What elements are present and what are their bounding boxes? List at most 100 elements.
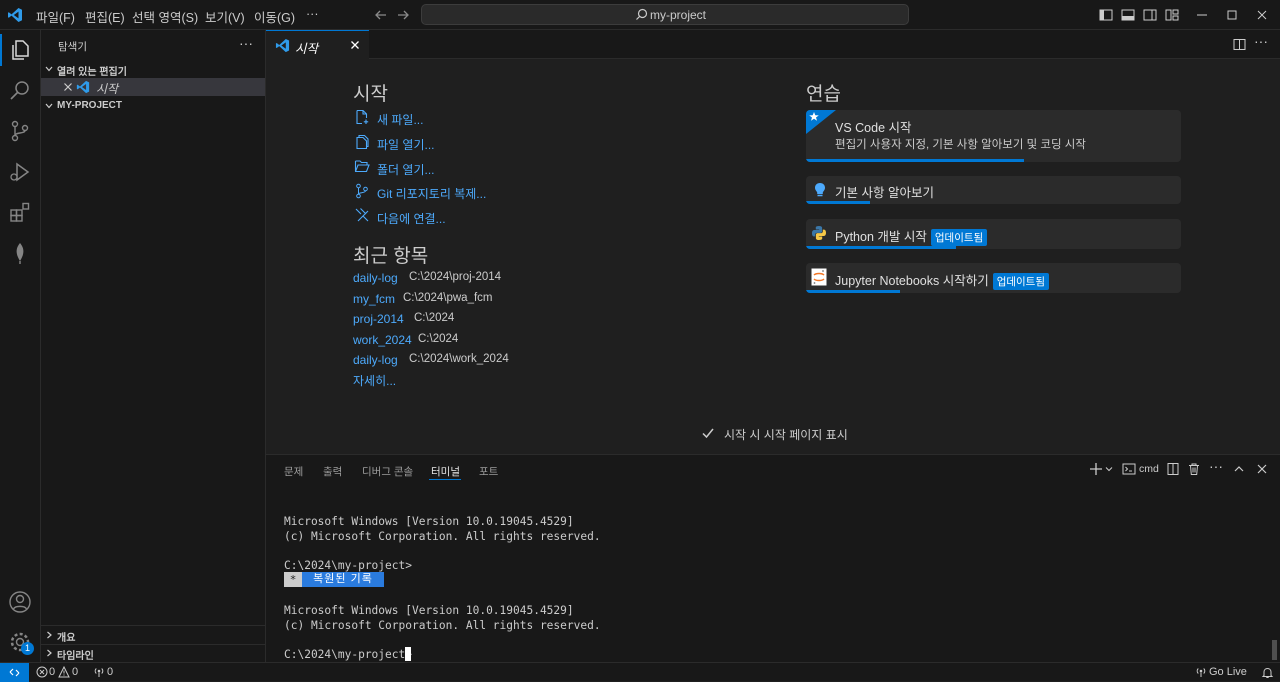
error-icon [36,666,48,678]
git-clone-icon [356,183,368,199]
warning-count: 0 [72,666,79,678]
run-debug-icon[interactable] [8,160,32,184]
accounts-icon[interactable] [8,590,32,614]
welcome-page: 시작 새 파일... 파일 열기... 폴더 열기... Git 리포지토리 복… [266,59,1280,454]
toggle-secondary-sidebar-icon[interactable] [1143,8,1157,22]
remote-indicator[interactable] [0,663,29,682]
walkthrough-progress [806,290,900,293]
split-terminal-icon[interactable] [1166,462,1180,476]
remote-icon [9,668,20,677]
updated-badge: 업데이트됨 [992,273,1050,290]
chevron-right-icon[interactable] [44,648,54,658]
back-arrow-icon[interactable] [374,8,388,22]
recent-item-link[interactable]: daily-log [353,353,398,367]
forward-arrow-icon[interactable] [396,8,410,22]
walkthroughs-heading: 연습 [806,84,841,105]
maximize-icon[interactable] [1226,9,1238,21]
customize-layout-icon[interactable] [1165,8,1179,22]
walkthrough-jupyter-card[interactable]: Jupyter Notebooks 시작하기 업데이트됨 [806,263,1181,293]
tab-label: 시작 [295,42,319,56]
panel-more-icon[interactable]: ··· [1209,458,1223,474]
terminal-line: (c) Microsoft Corporation. All rights re… [284,619,601,632]
open-folder-link[interactable]: 폴더 열기... [377,161,435,178]
notifications-bell-icon[interactable] [1261,666,1274,679]
checkbox-check-icon[interactable] [701,426,715,440]
menu-go[interactable]: 이동(G) [254,7,295,26]
menu-edit[interactable]: 편집(E) [85,7,125,26]
source-control-icon[interactable] [8,119,32,143]
maximize-panel-icon[interactable] [1233,463,1245,475]
terminal-cursor [405,647,411,661]
close-panel-icon[interactable] [1256,463,1268,475]
terminal-shell-label[interactable]: cmd [1139,463,1159,475]
walkthrough-python-card[interactable]: Python 개발 시작 업데이트됨 [806,219,1181,249]
chevron-down-icon[interactable] [1105,465,1113,473]
close-editor-icon[interactable] [63,82,73,92]
chevron-down-icon[interactable] [44,64,54,74]
tab-start[interactable]: 시작 [266,30,369,59]
go-live-button[interactable]: Go Live [1195,666,1255,680]
open-editors-header[interactable]: 열려 있는 편집기 [57,63,127,78]
search-view-icon[interactable] [8,78,32,102]
start-heading: 시작 [353,84,388,105]
sidebar-more-icon[interactable]: ··· [239,35,253,51]
toggle-sidebar-icon[interactable] [1099,8,1113,22]
menu-file[interactable]: 파일(F) [36,7,75,26]
recent-item-link[interactable]: daily-log [353,271,398,285]
toggle-panel-icon[interactable] [1121,8,1135,22]
extensions-icon[interactable] [8,200,32,224]
search-icon [636,8,648,20]
walkthrough-progress [806,201,870,204]
recent-item-link[interactable]: proj-2014 [353,312,404,326]
editor-more-icon[interactable]: ··· [1254,33,1268,49]
menu-view[interactable]: 보기(V) [205,7,245,26]
ports-status[interactable]: 0 [93,666,117,680]
clone-repo-link[interactable]: Git 리포지토리 복제... [377,185,486,202]
remote-connect-icon [355,208,369,222]
trash-icon[interactable] [1187,462,1201,476]
show-on-startup-label[interactable]: 시작 시 시작 페이지 표시 [724,426,848,443]
new-terminal-icon[interactable] [1089,462,1103,476]
recent-heading: 최근 항목 [353,246,429,267]
terminal-scrollbar[interactable] [1272,640,1277,660]
close-window-icon[interactable] [1256,9,1268,21]
problems-status[interactable]: 0 0 [36,666,86,680]
tab-ports[interactable]: 포트 [479,464,498,479]
command-center[interactable]: my-project [421,4,909,25]
minimize-icon[interactable] [1196,9,1208,21]
chevron-right-icon[interactable] [44,630,54,640]
close-tab-icon[interactable] [350,40,360,50]
split-editor-icon[interactable] [1233,38,1246,51]
timeline-header[interactable]: 타임라인 [57,647,94,662]
new-file-link[interactable]: 새 파일... [377,111,423,128]
connect-to-link[interactable]: 다음에 연결... [377,210,446,227]
walkthrough-title: VS Code 시작 [835,121,912,135]
terminal-line: (c) Microsoft Corporation. All rights re… [284,530,601,543]
open-file-link[interactable]: 파일 열기... [377,136,435,153]
walkthrough-title: Jupyter Notebooks 시작하기 [835,274,989,288]
walkthrough-title: 기본 사항 알아보기 [835,186,934,200]
walkthrough-fundamentals-card[interactable]: 기본 사항 알아보기 [806,176,1181,204]
leaf-icon[interactable] [8,241,32,265]
terminal-prompt[interactable]: C:\2024\my-project> [284,648,412,661]
open-editor-item[interactable]: 시작 [41,78,265,96]
tab-output[interactable]: 출력 [323,464,342,479]
open-folder-icon [354,160,370,173]
recent-item-link[interactable]: work_2024 [353,333,412,347]
tab-problems[interactable]: 문제 [284,464,303,479]
explorer-icon[interactable] [8,38,32,62]
menu-selection[interactable]: 선택 영역(S) [132,7,198,26]
outline-header[interactable]: 개요 [57,629,75,644]
recent-item-path: C:\2024\pwa_fcm [403,292,493,304]
tab-debug-console[interactable]: 디버그 콘솔 [362,464,413,479]
more-recent-link[interactable]: 자세히... [353,372,396,389]
walkthrough-vscode-card[interactable]: VS Code 시작 편집기 사용자 지정, 기본 사항 알아보기 및 코딩 시… [806,110,1181,162]
jupyter-icon [811,268,827,286]
recent-item-link[interactable]: my_fcm [353,292,395,306]
project-folder-header[interactable]: MY-PROJECT [57,100,122,111]
walkthrough-title-row: Jupyter Notebooks 시작하기 업데이트됨 [835,270,1050,290]
menu-more[interactable]: ··· [306,7,319,21]
tab-terminal[interactable]: 터미널 [431,464,460,479]
warning-icon [58,666,70,678]
chevron-down-icon[interactable] [44,101,54,111]
